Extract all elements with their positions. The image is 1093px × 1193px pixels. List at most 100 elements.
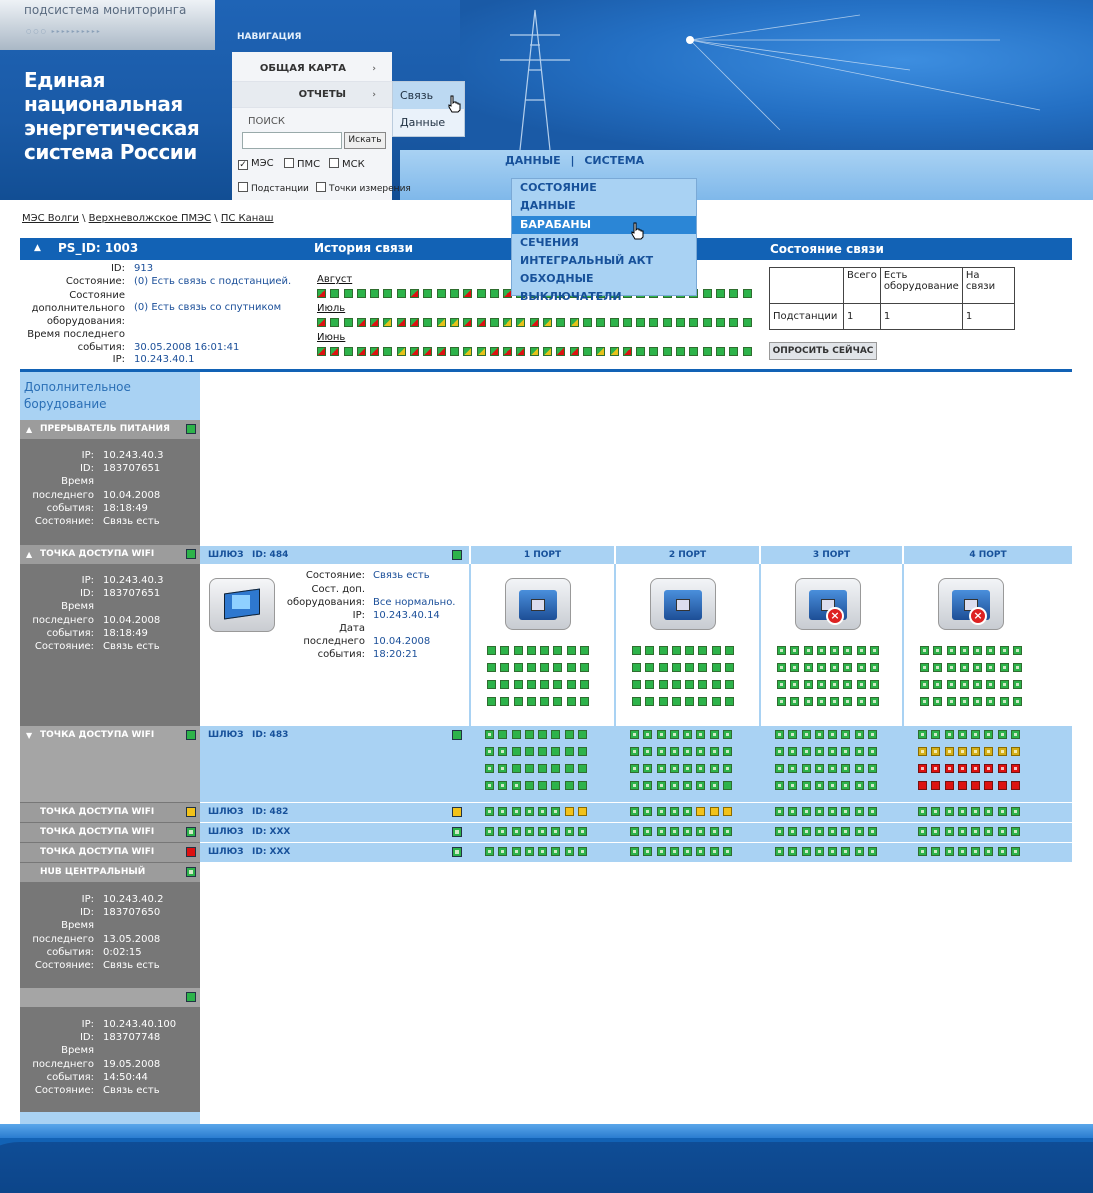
status-square — [543, 318, 553, 327]
collapse-up-icon[interactable]: ▲ — [34, 243, 41, 253]
status-square — [643, 807, 653, 816]
dropdown-item-integral-act[interactable]: ИНТЕГРАЛЬНЫЙ АКТ — [512, 252, 696, 270]
kv-label: события: — [46, 947, 94, 958]
dropdown-item-bypass-switches[interactable]: ОБХОДНЫЕ ВЫКЛЮЧАТЕЛИ — [512, 270, 696, 303]
collapse-up-icon[interactable]: ▲ — [26, 420, 32, 439]
status-square — [920, 663, 929, 672]
gateway-id[interactable]: ID: 483 — [252, 726, 288, 744]
device-header-breaker[interactable]: ▲ ПРЕРЫВАТЕЛЬ ПИТАНИЯ — [20, 420, 200, 439]
status-square — [931, 764, 941, 773]
device-header-wifi-1[interactable]: ▲ ТОЧКА ДОСТУПА WIFI — [20, 545, 200, 564]
kv-label: события: — [46, 628, 94, 639]
status-square — [330, 347, 340, 356]
device-header-wifi-4[interactable]: ТОЧКА ДОСТУПА WIFI — [20, 823, 200, 842]
checkbox-icon[interactable] — [238, 182, 248, 192]
gateway-label[interactable]: ШЛЮЗ — [208, 726, 244, 744]
status-square — [669, 781, 679, 790]
status-square — [742, 347, 752, 356]
status-square — [343, 318, 353, 327]
status-square — [801, 827, 811, 836]
breadcrumb-link[interactable]: ПС Канаш — [221, 213, 274, 224]
status-square — [485, 827, 494, 836]
status-square — [656, 807, 666, 816]
dropdown-item-drums[interactable]: БАРАБАНЫ — [512, 215, 696, 234]
month-june[interactable]: Июнь — [317, 332, 345, 343]
status-square — [553, 646, 563, 655]
status-square — [957, 747, 967, 756]
status-square — [801, 764, 811, 773]
checkbox-checked-icon[interactable]: ✓ — [238, 160, 248, 170]
submenu-item-data[interactable]: Данные — [393, 109, 464, 136]
status-square — [489, 289, 499, 298]
search-input[interactable] — [242, 132, 342, 149]
gateway-label[interactable]: ШЛЮЗ — [208, 823, 244, 841]
status-square — [775, 827, 784, 836]
search-button[interactable]: Искать — [344, 132, 386, 149]
filter-msk[interactable]: МСК — [329, 158, 365, 170]
breadcrumb-link[interactable]: МЭС Волги — [22, 213, 79, 224]
status-square — [856, 646, 866, 655]
status-square — [1011, 764, 1021, 773]
network-port-icon — [650, 578, 716, 630]
device-header-wifi-2[interactable]: ▼ ТОЧКА ДОСТУПА WIFI — [20, 726, 200, 745]
status-square — [645, 680, 655, 689]
collapse-up-icon[interactable]: ▲ — [26, 545, 32, 564]
status-square — [683, 847, 693, 856]
gateway-label[interactable]: ШЛЮЗ — [208, 803, 244, 821]
nav-item-general-map[interactable]: ОБЩАЯ КАРТА › — [232, 56, 392, 82]
top-nav-system[interactable]: СИСТЕМА — [584, 154, 644, 167]
device-header-wifi-3[interactable]: ТОЧКА ДОСТУПА WIFI — [20, 803, 200, 822]
device-header-hub[interactable]: HUB ЦЕНТРАЛЬНЫЙ — [20, 863, 200, 882]
status-square — [511, 781, 521, 790]
nav-item-reports[interactable]: ОТЧЕТЫ › — [232, 82, 392, 108]
gateway-label[interactable]: ШЛЮЗ — [208, 546, 244, 564]
poll-now-button[interactable]: ОПРОСИТЬ СЕЙЧАС — [769, 342, 877, 360]
status-square — [828, 730, 838, 739]
breadcrumb-link[interactable]: Верхневолжское ПМЭС — [89, 213, 211, 224]
brand-title: Единая национальная энергетическая систе… — [24, 68, 200, 164]
status-square — [564, 747, 574, 756]
status-square — [709, 781, 719, 790]
dropdown-item-sections[interactable]: СЕЧЕНИЯ — [512, 234, 696, 252]
month-august[interactable]: Август — [317, 274, 352, 285]
port-cell-2[interactable] — [614, 564, 759, 726]
checkbox-icon[interactable] — [316, 182, 326, 192]
status-square — [931, 730, 941, 739]
device-header-wifi-5[interactable]: ТОЧКА ДОСТУПА WIFI — [20, 843, 200, 862]
table-header: Есть оборудование — [879, 267, 963, 304]
filter-pms[interactable]: ПМС — [284, 158, 320, 170]
dropdown-item-data[interactable]: ДАННЫЕ — [512, 197, 696, 215]
port-cell-1[interactable] — [469, 564, 614, 726]
status-square — [702, 347, 712, 356]
expand-down-icon[interactable]: ▼ — [26, 726, 32, 745]
status-square — [524, 781, 534, 790]
checkbox-icon[interactable] — [329, 158, 339, 168]
gateway-id[interactable]: ID: XXX — [252, 843, 290, 861]
network-port-error-icon: × — [795, 578, 861, 630]
port-cell-3[interactable]: × — [759, 564, 902, 726]
gateway-label[interactable]: ШЛЮЗ — [208, 843, 244, 861]
kv-label: последнего — [32, 934, 94, 945]
gateway-id[interactable]: ID: 482 — [252, 803, 288, 821]
port-cell-4[interactable]: × — [902, 564, 1072, 726]
kv-value: Связь есть — [103, 1085, 160, 1096]
filter-substations[interactable]: Подстанции — [238, 182, 309, 194]
status-square — [500, 680, 510, 689]
dropdown-item-state[interactable]: СОСТОЯНИЕ — [512, 179, 696, 197]
gateway-id[interactable]: ID: XXX — [252, 823, 290, 841]
device-header-unnamed[interactable] — [20, 988, 200, 1007]
breadcrumb: МЭС Волги \ Верхневолжское ПМЭС \ ПС Кан… — [22, 213, 274, 224]
status-square — [971, 747, 981, 756]
status-square — [685, 697, 695, 706]
month-july[interactable]: Июль — [317, 303, 345, 314]
top-nav-data[interactable]: ДАННЫЕ — [505, 154, 561, 167]
filter-measure-points[interactable]: Точки измерения — [316, 182, 411, 194]
gateway-id[interactable]: ID: 484 — [252, 546, 289, 564]
checkbox-icon[interactable] — [284, 158, 294, 168]
kv-label: ID: — [79, 463, 94, 474]
status-square — [696, 747, 706, 756]
status-square — [1013, 646, 1023, 655]
status-square — [564, 730, 574, 739]
status-square — [843, 646, 853, 655]
filter-mes[interactable]: ✓ МЭС — [238, 158, 274, 170]
